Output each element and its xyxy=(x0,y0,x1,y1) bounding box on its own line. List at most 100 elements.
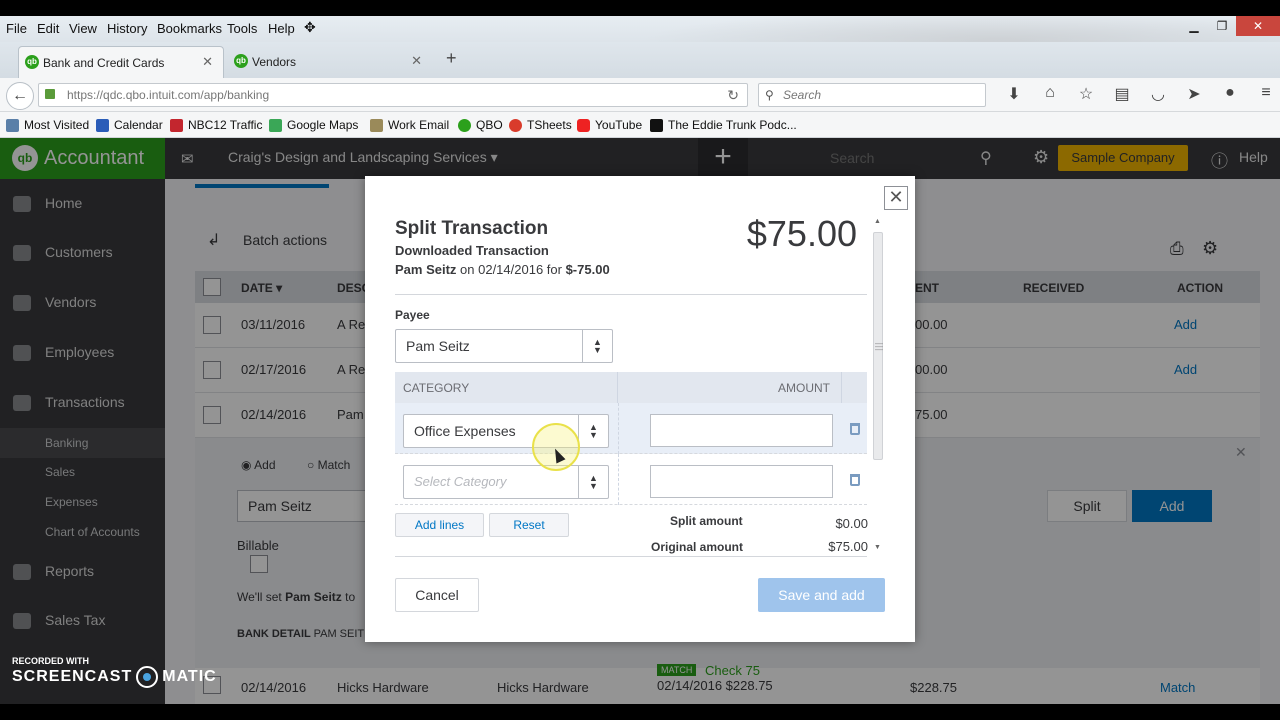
amount-input[interactable] xyxy=(650,414,833,447)
bookmark-tsheets[interactable]: TSheets xyxy=(509,118,572,132)
reset-button[interactable]: Reset xyxy=(489,513,569,537)
nbc-icon xyxy=(170,118,183,132)
cancel-button[interactable]: Cancel xyxy=(395,578,479,612)
letterbox-top xyxy=(0,0,1280,16)
watermark-recorded: RECORDED WITH xyxy=(12,656,89,666)
move-icon[interactable]: ✥ xyxy=(304,19,316,36)
scroll-up-icon[interactable]: ▲ xyxy=(874,218,881,225)
maps-icon xyxy=(269,118,282,132)
scroll-down-icon[interactable]: ▼ xyxy=(874,544,881,551)
hamburger-menu-icon[interactable]: ≡ xyxy=(1248,84,1280,104)
menu-history[interactable]: History xyxy=(107,21,147,36)
menu-bookmarks[interactable]: Bookmarks xyxy=(157,21,222,36)
bookmark-eddie-trunk[interactable]: The Eddie Trunk Podc... xyxy=(650,118,797,132)
maximize-icon[interactable]: ❐ xyxy=(1208,16,1236,36)
tab-label: Bank and Credit Cards xyxy=(43,55,165,70)
trash-icon[interactable] xyxy=(848,472,862,486)
watermark-logo: SCREENCAST MATIC xyxy=(12,666,217,688)
dialog-subtitle: Downloaded Transaction xyxy=(395,243,549,258)
qb-logo-icon: qb xyxy=(25,55,39,69)
bookmark-youtube[interactable]: YouTube xyxy=(577,118,642,132)
col-category: CATEGORY xyxy=(403,381,470,395)
close-tab-icon[interactable]: ✕ xyxy=(411,53,422,69)
email-icon xyxy=(370,118,383,132)
letterbox-bottom xyxy=(0,704,1280,720)
bookmark-star-icon[interactable]: ☆ xyxy=(1068,84,1104,104)
col-divider xyxy=(618,454,619,505)
add-lines-button[interactable]: Add lines xyxy=(395,513,484,537)
back-arrow-icon[interactable]: ← xyxy=(6,82,34,110)
dialog-scrollbar[interactable]: ▲ — — — ▼ xyxy=(871,218,885,556)
pocket-icon[interactable]: ◡ xyxy=(1140,84,1176,104)
new-tab-icon[interactable]: + xyxy=(446,48,457,69)
split-amount-value: $0.00 xyxy=(835,516,868,531)
tab-label: Vendors xyxy=(252,55,297,69)
payee-label: Payee xyxy=(395,308,430,322)
tsheets-icon xyxy=(509,118,522,132)
bookmark-qbo[interactable]: QBO xyxy=(458,118,503,132)
send-icon[interactable]: ➤ xyxy=(1176,84,1212,104)
col-divider xyxy=(618,403,619,454)
home-icon[interactable]: ⌂ xyxy=(1032,84,1068,104)
reload-icon[interactable]: ↻ xyxy=(727,84,739,106)
menu-tools[interactable]: Tools xyxy=(227,21,257,36)
category-value: Office Expenses xyxy=(414,423,516,439)
menu-help[interactable]: Help xyxy=(268,21,295,36)
payee-select[interactable]: Pam Seitz ▲ ▼ xyxy=(395,329,613,363)
bookmark-google-maps[interactable]: Google Maps xyxy=(269,118,358,132)
podcast-icon xyxy=(650,118,663,132)
search-icon: ⚲ xyxy=(765,88,774,102)
split-line: Office Expenses ▲ ▼ xyxy=(395,403,867,454)
tab-vendors[interactable]: qb Vendors ✕ xyxy=(228,46,432,78)
sort-arrows-icon: ▲ ▼ xyxy=(578,466,608,498)
reading-list-icon[interactable]: ▤ xyxy=(1104,84,1140,104)
tab-bar: qb Bank and Credit Cards ✕ qb Vendors ✕ xyxy=(0,42,1280,78)
download-icon[interactable]: ⬇ xyxy=(996,84,1032,104)
split-amount-label: Split amount xyxy=(670,514,743,528)
dialog-total-amount: $75.00 xyxy=(746,213,857,254)
bookmark-calendar[interactable]: Calendar xyxy=(96,118,163,132)
menu-view[interactable]: View xyxy=(69,21,97,36)
bookmark-most-visited[interactable]: Most Visited xyxy=(6,118,89,132)
tab-bank-and-credit-cards[interactable]: qb Bank and Credit Cards ✕ xyxy=(18,46,224,78)
close-dialog-icon[interactable]: ✕ xyxy=(884,186,908,210)
menu-file[interactable]: File xyxy=(6,21,27,36)
trash-icon[interactable] xyxy=(848,421,862,435)
dialog-transaction-info: Pam Seitz on 02/14/2016 for $-75.00 xyxy=(395,262,610,277)
qb-logo-icon xyxy=(458,118,471,132)
close-tab-icon[interactable]: ✕ xyxy=(202,54,213,70)
original-amount-value: $75.00 xyxy=(828,539,868,554)
lock-icon xyxy=(45,89,55,99)
split-lines: Office Expenses ▲ ▼ Select Category ▲ ▼ xyxy=(395,403,867,509)
save-and-add-button[interactable]: Save and add xyxy=(758,578,885,612)
youtube-icon xyxy=(577,118,590,132)
toolbar-icons: ⬇ ⌂ ☆ ▤ ◡ ➤ ● ≡ xyxy=(996,84,1280,104)
menu-edit[interactable]: Edit xyxy=(37,21,59,36)
screen: File Edit View History Bookmarks Tools H… xyxy=(0,0,1280,720)
scroll-grip-icon: — — — xyxy=(875,339,883,354)
dialog-title: Split Transaction xyxy=(395,218,549,239)
screencast-watermark: RECORDED WITH SCREENCAST MATIC xyxy=(12,656,217,688)
close-window-icon[interactable]: ✕ xyxy=(1236,16,1280,36)
window-controls: ▁ ❐ ✕ xyxy=(1180,16,1280,36)
col-amount: AMOUNT xyxy=(778,381,830,395)
bookmark-nbc12-traffic[interactable]: NBC12 Traffic xyxy=(170,118,262,132)
col-divider xyxy=(841,372,842,403)
browser-search-input[interactable]: ⚲ Search xyxy=(758,83,986,107)
bookmark-work-email[interactable]: Work Email xyxy=(370,118,449,132)
payee-value: Pam Seitz xyxy=(406,338,470,354)
record-icon xyxy=(136,666,159,688)
category-select[interactable]: Select Category ▲ ▼ xyxy=(403,465,609,499)
url-bar[interactable]: https://qdc.qbo.intuit.com/app/banking ↻ xyxy=(38,83,748,107)
split-transaction-dialog: ✕ Split Transaction Downloaded Transacti… xyxy=(365,176,915,642)
search-placeholder: Search xyxy=(783,88,822,102)
minimize-icon[interactable]: ▁ xyxy=(1180,16,1208,36)
url-text: https://qdc.qbo.intuit.com/app/banking xyxy=(67,88,270,102)
amount-input[interactable] xyxy=(650,465,833,498)
divider xyxy=(395,556,867,557)
original-amount-label: Original amount xyxy=(651,540,744,554)
category-placeholder: Select Category xyxy=(414,474,507,489)
folder-icon xyxy=(6,118,19,132)
bookmarks-bar: Most Visited Calendar NBC12 Traffic Goog… xyxy=(0,112,1280,138)
chat-icon[interactable]: ● xyxy=(1212,84,1248,104)
